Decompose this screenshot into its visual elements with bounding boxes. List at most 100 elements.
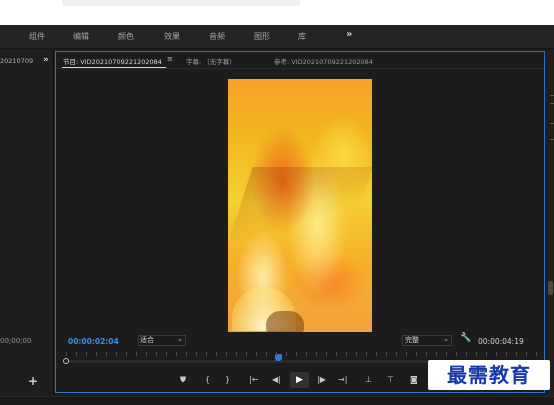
duration-timecode: 00:00:04:19 — [478, 337, 524, 346]
workspace-tab-color[interactable]: 颜色 — [118, 31, 134, 42]
workspace-tab-libraries[interactable]: 库 — [298, 31, 306, 42]
ruler-tick — [306, 352, 307, 356]
tab-program[interactable]: 节目: VID20210709221202084 — [63, 56, 162, 66]
ruler-tick — [486, 352, 487, 356]
ruler-tick — [106, 352, 107, 356]
step-forward-button[interactable]: |▶ — [317, 374, 326, 386]
hamburger-menu-icon[interactable]: ≡ — [167, 55, 173, 63]
in-point-marker[interactable] — [63, 358, 69, 364]
ruler-tick — [236, 352, 237, 356]
ruler-tick — [96, 352, 97, 356]
video-road-highlight — [228, 167, 372, 257]
ruler-tick — [476, 352, 477, 356]
project-panel: 20210709 » 00;00;00 + — [0, 51, 54, 396]
chevron-down-icon: ⌄ — [177, 335, 183, 343]
ruler-tick — [326, 352, 327, 356]
chevron-double-right-icon[interactable]: » — [346, 29, 352, 40]
active-tab-underline — [62, 67, 166, 68]
bottom-panel-edge — [0, 396, 554, 405]
ruler-tick — [406, 352, 407, 356]
mark-in-button[interactable]: { — [205, 374, 210, 386]
window-top-bar — [0, 0, 554, 25]
workspace-tab-graphics[interactable]: 图形 — [254, 31, 270, 42]
ruler-tick — [496, 352, 497, 356]
ruler-tick — [536, 352, 537, 356]
zoom-fit-value: 适合 — [140, 336, 154, 344]
tab-captions[interactable]: 字幕: （无字幕） — [186, 56, 236, 66]
workspace-bar: 组件 编辑 颜色 效果 音频 图形 库 » — [0, 25, 554, 49]
ruler-tick — [466, 352, 467, 356]
ruler-tick — [266, 352, 267, 356]
ruler-tick — [176, 352, 177, 356]
watermark-logo: 最需教育 — [428, 360, 550, 390]
marker-icon[interactable]: ⛊ — [180, 374, 186, 386]
ruler-tick — [436, 352, 437, 356]
ruler-tick — [416, 352, 417, 356]
camera-icon[interactable]: ◙ — [410, 374, 418, 386]
ruler-tick — [356, 352, 357, 356]
panel-edge-notch — [550, 95, 554, 96]
play-icon[interactable]: ▶ — [290, 372, 309, 388]
ruler-tick — [126, 352, 127, 356]
ruler-tick — [136, 352, 137, 356]
ruler-tick — [256, 352, 257, 356]
ruler-tick — [446, 352, 447, 356]
ruler-tick — [346, 352, 347, 356]
ruler-tick — [376, 352, 377, 356]
workspace-tab-components[interactable]: 组件 — [29, 31, 45, 42]
ruler-tick — [396, 352, 397, 356]
ruler-tick — [426, 352, 427, 356]
step-back-button[interactable]: ◀| — [272, 374, 281, 386]
workspace-tab-effects[interactable]: 效果 — [164, 31, 180, 42]
ruler-tick — [456, 352, 457, 356]
video-frame — [228, 79, 372, 332]
ruler-tick — [526, 352, 527, 356]
scrollbar-thumb[interactable] — [548, 281, 553, 295]
workspace-tab-edit[interactable]: 编辑 — [73, 31, 89, 42]
panel-edge-notch — [550, 139, 554, 140]
ruler-tick — [296, 352, 297, 356]
panel-edge-notch — [550, 123, 554, 124]
ruler-tick — [66, 352, 67, 356]
ruler-tick — [276, 352, 277, 356]
chevron-down-icon: ⌄ — [443, 335, 449, 343]
workspace-tab-audio[interactable]: 音频 — [209, 31, 225, 42]
go-to-in-button[interactable]: |← — [249, 374, 258, 386]
ruler-tick — [166, 352, 167, 356]
extract-button[interactable]: ⊤ — [387, 374, 394, 386]
ruler-tick — [76, 352, 77, 356]
lift-button[interactable]: ⊥ — [365, 374, 372, 386]
plus-icon[interactable]: + — [28, 374, 38, 388]
project-timecode: 00;00;00 — [0, 337, 32, 345]
panel-edge-notch — [550, 103, 554, 104]
ruler-tick — [506, 352, 507, 356]
ruler-tick — [516, 352, 517, 356]
ruler-tick — [146, 352, 147, 356]
ruler-tick — [216, 352, 217, 356]
ruler-tick — [116, 352, 117, 356]
ruler-tick — [316, 352, 317, 356]
monitor-tab-bar: 节目: VID20210709221202084 ≡ 字幕: （无字幕） 参考:… — [56, 52, 544, 69]
top-bar-shadow — [62, 0, 300, 6]
ruler-tick — [366, 352, 367, 356]
ruler-tick — [206, 352, 207, 356]
playback-resolution-select[interactable]: 完整 ⌄ — [402, 335, 452, 346]
zoom-fit-select[interactable]: 适合 ⌄ — [138, 335, 186, 346]
right-panel-edge — [546, 51, 554, 396]
ruler-tick — [246, 352, 247, 356]
chevron-double-right-icon[interactable]: » — [43, 55, 49, 65]
mark-out-button[interactable]: } — [225, 374, 230, 386]
current-timecode[interactable]: 00:00:02:04 — [68, 337, 119, 346]
ruler-tick — [286, 352, 287, 356]
playback-resolution-value: 完整 — [405, 336, 419, 344]
program-monitor: 节目: VID20210709221202084 ≡ 字幕: （无字幕） 参考:… — [55, 51, 545, 393]
project-panel-tab[interactable]: 20210709 — [0, 57, 33, 65]
ruler-tick — [226, 352, 227, 356]
ruler-tick — [386, 352, 387, 356]
wrench-icon[interactable]: 🔧 — [460, 333, 471, 343]
tab-reference[interactable]: 参考: VID20210709221202084 — [274, 56, 373, 66]
ruler-tick — [86, 352, 87, 356]
ruler-tick — [196, 352, 197, 356]
ruler-tick — [336, 352, 337, 356]
go-to-out-button[interactable]: →| — [338, 374, 347, 386]
